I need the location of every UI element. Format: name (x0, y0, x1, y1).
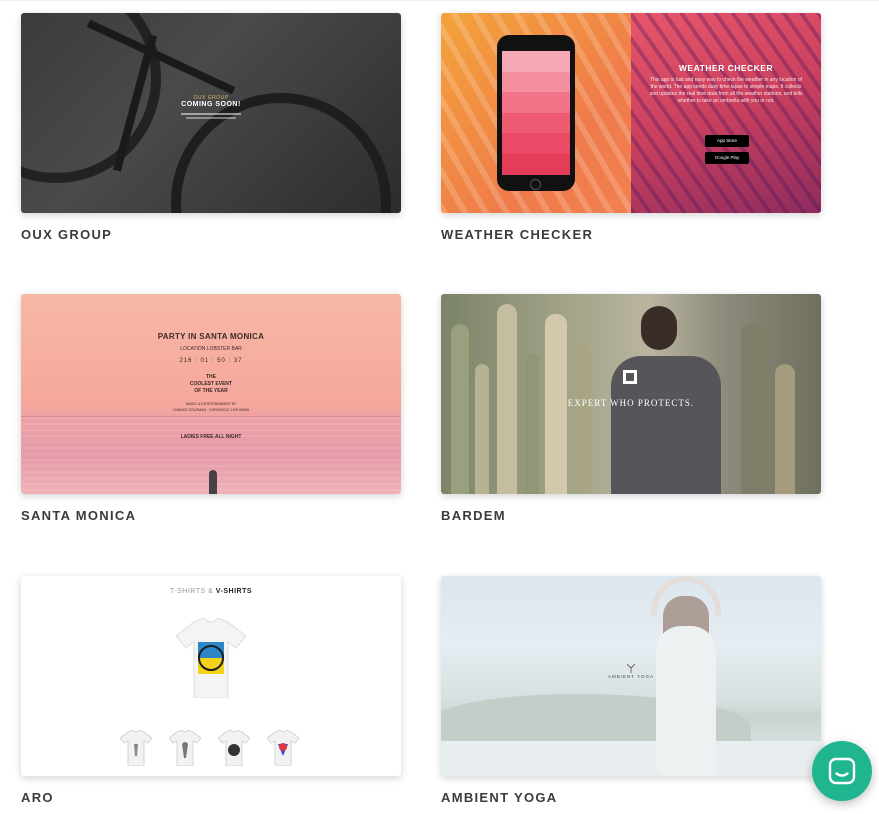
tshirt-thumbnail-icon (120, 730, 152, 766)
beach (441, 741, 821, 776)
template-title[interactable]: OUX GROUP (21, 227, 401, 242)
event-location: LOCATION LOBSTER BAR (180, 346, 242, 352)
yoga-logo-text: AMBIENT YOGA (607, 674, 655, 679)
coming-soon-headline: COMING SOON! (181, 101, 241, 108)
square-logo-icon (623, 370, 637, 384)
bike-wheel (171, 93, 391, 213)
template-title[interactable]: AMBIENT YOGA (441, 790, 821, 805)
template-title[interactable]: BARDEM (441, 508, 821, 523)
promo-text: LADIES FREE ALL NIGHT (180, 434, 242, 440)
preview-panel-right (631, 13, 821, 213)
tshirt-thumbnail-icon (267, 730, 299, 766)
yoga-logo-icon (627, 664, 635, 673)
tagline-line-2: COOLEST EVENT (189, 381, 233, 387)
phone-home-button (530, 179, 541, 190)
template-preview-bardem[interactable]: EXPERT WHO PROTECTS. (441, 294, 821, 494)
bardem-headline: EXPERT WHO PROTECTS. (567, 398, 695, 408)
template-preview-oux-group[interactable]: OUX GROUP COMING SOON! (21, 13, 401, 213)
tshirt-thumbnail-icon (169, 730, 201, 766)
template-card-ambient-yoga[interactable]: AMBIENT YOGA AMBIENT YOGA (441, 576, 821, 805)
template-title[interactable]: ARO (21, 790, 401, 805)
template-card-weather-checker[interactable]: WEATHER CHECKER This app is fast and eas… (441, 13, 821, 242)
template-card-bardem[interactable]: EXPERT WHO PROTECTS. BARDEM (441, 294, 821, 523)
top-divider (0, 0, 879, 1)
template-card-aro[interactable]: T-SHIRTS & V-SHIRTS ARO (21, 576, 401, 805)
countdown: 216 : 01 : 50 : 37 (179, 358, 243, 364)
template-card-santa-monica[interactable]: PARTY IN SANTA MONICA LOCATION LOBSTER B… (21, 294, 401, 523)
text-line (181, 113, 241, 115)
chat-button[interactable] (812, 741, 872, 801)
chat-icon (828, 757, 856, 785)
template-card-oux-group[interactable]: OUX GROUP COMING SOON! OUX GROUP (21, 13, 401, 242)
tshirt-thumbnail-icon (218, 730, 250, 766)
phone-mockup (497, 35, 575, 191)
dj-list: CHANCE COLEMAN · CHRONICLE LIVE BAND (172, 408, 250, 412)
app-store-badge: App Store (705, 135, 749, 147)
template-preview-ambient-yoga[interactable]: AMBIENT YOGA (441, 576, 821, 776)
person-figure (209, 470, 217, 494)
weather-description: This app is fast and easy way to check t… (649, 77, 803, 104)
aro-title: T-SHIRTS & V-SHIRTS (169, 588, 253, 595)
text-line (186, 117, 236, 119)
event-title: PARTY IN SANTA MONICA (157, 332, 265, 341)
man-head (641, 306, 677, 350)
music-heading: MUSIC & ENTERTAINMENT BY (185, 402, 237, 406)
template-title[interactable]: WEATHER CHECKER (441, 227, 821, 242)
tagline-line-1: THE (206, 374, 216, 380)
tshirt-icon (176, 618, 246, 698)
template-preview-aro[interactable]: T-SHIRTS & V-SHIRTS (21, 576, 401, 776)
template-preview-santa-monica[interactable]: PARTY IN SANTA MONICA LOCATION LOBSTER B… (21, 294, 401, 494)
template-preview-weather-checker[interactable]: WEATHER CHECKER This app is fast and eas… (441, 13, 821, 213)
yoga-woman (656, 626, 716, 776)
google-play-badge: Google Play (705, 152, 749, 164)
phone-screen (502, 51, 570, 175)
template-title[interactable]: SANTA MONICA (21, 508, 401, 523)
tagline-line-3: OF THE YEAR (194, 388, 228, 394)
weather-title: WEATHER CHECKER (678, 63, 774, 73)
